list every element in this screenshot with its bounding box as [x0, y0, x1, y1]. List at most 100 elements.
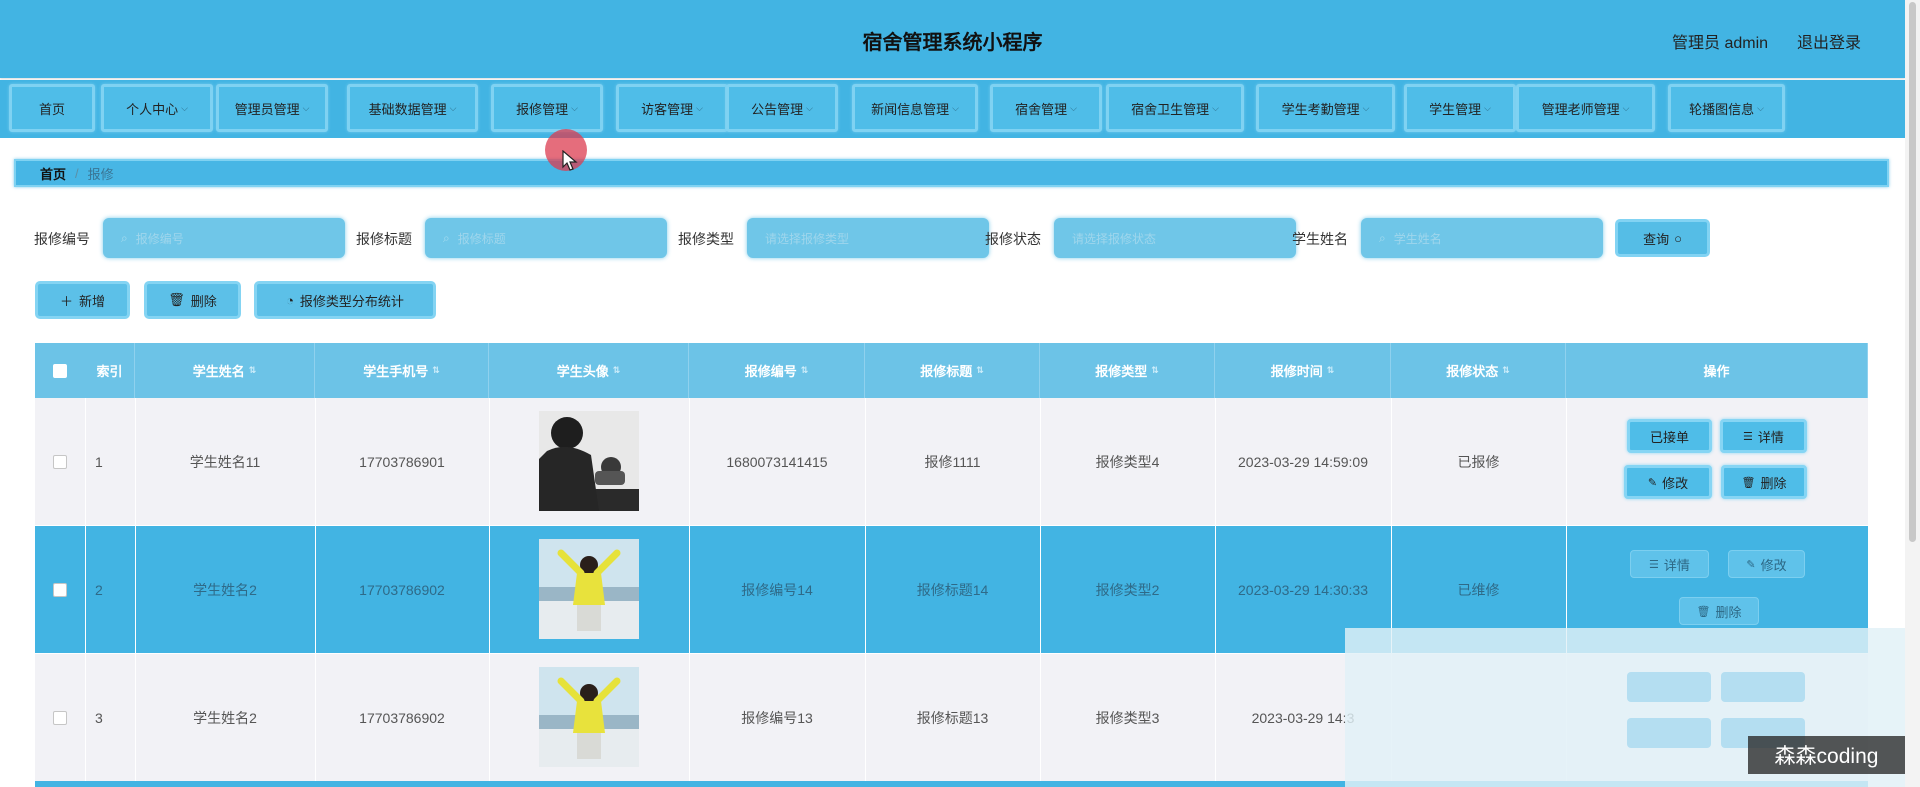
column-header-8[interactable]: 报修状态 ⇅ [1391, 343, 1566, 398]
row-checkbox[interactable] [53, 583, 67, 597]
search-icon: ⌕ [121, 230, 128, 245]
cell-code: 报修编号14 [741, 581, 813, 598]
row-checkbox[interactable] [53, 711, 67, 725]
logout-link[interactable]: 退出登录 [1797, 29, 1861, 53]
sort-icon[interactable]: ⇅ [976, 365, 984, 376]
column-header-6[interactable]: 报修类型 ⇅ [1040, 343, 1215, 398]
column-header-2[interactable]: 学生手机号 ⇅ [315, 343, 489, 398]
cell-index: 1 [95, 453, 103, 470]
chevron-down-icon: ⌵ [449, 102, 457, 113]
add-button[interactable]: ＋ 新增 [35, 281, 130, 319]
search-select-type[interactable]: 请选择报修类型 [747, 218, 989, 258]
column-divider [489, 526, 490, 653]
nav-item-7[interactable]: 新闻信息管理 ⌵ [852, 84, 978, 132]
batch-delete-button[interactable]: 🗑 删除 [144, 281, 241, 319]
search-placeholder: 学生姓名 [1393, 231, 1442, 246]
cell-title: 报修1111 [924, 453, 981, 470]
nav-label: 个人中心 [126, 101, 179, 117]
nav-label: 管理员管理 [234, 101, 300, 117]
sort-icon[interactable]: ⇅ [1327, 365, 1335, 376]
column-header-1[interactable]: 学生姓名 ⇅ [135, 343, 315, 398]
column-header-5[interactable]: 报修标题 ⇅ [865, 343, 1040, 398]
column-header-label: 报修时间 [1270, 364, 1323, 379]
sort-icon[interactable]: ⇅ [613, 365, 621, 376]
nav-label: 首页 [38, 101, 65, 117]
column-header-3[interactable]: 学生头像 ⇅ [489, 343, 689, 398]
edit-button[interactable]: ✎ 修改 [1728, 550, 1805, 578]
search-icon: ⌕ [1379, 230, 1386, 245]
sort-icon[interactable]: ⇅ [801, 365, 809, 376]
photo-man-icon[interactable] [539, 411, 639, 511]
search-input-title[interactable]: ⌕ 报修标题 [425, 218, 667, 258]
nav-label: 学生管理 [1429, 101, 1482, 117]
page-scrollbar[interactable] [1905, 0, 1920, 787]
cell-name: 学生姓名11 [189, 453, 261, 470]
search-placeholder: 请选择报修状态 [1072, 231, 1157, 246]
nav-item-0[interactable]: 首页 [9, 84, 95, 132]
delete-button[interactable]: 🗑 删除 [1721, 465, 1807, 499]
edit-button[interactable]: ✎ 修改 [1624, 465, 1712, 499]
column-header-4[interactable]: 报修编号 ⇅ [689, 343, 865, 398]
nav-item-2[interactable]: 管理员管理 ⌵ [216, 84, 328, 132]
search-input-student[interactable]: ⌕ 学生姓名 [1361, 218, 1603, 258]
op-label: 已接单 [1649, 429, 1689, 445]
nav-label: 轮播图信息 [1689, 101, 1755, 117]
sort-icon[interactable]: ⇅ [249, 365, 257, 376]
column-divider [489, 654, 490, 781]
breadcrumb-home[interactable]: 首页 [40, 164, 66, 183]
delete-button[interactable]: 🗑 删除 [1679, 597, 1759, 625]
column-header-0: 索引 [85, 343, 135, 398]
sort-icon[interactable]: ⇅ [1502, 365, 1510, 376]
breadcrumb-separator: / [75, 165, 79, 181]
nav-item-1[interactable]: 个人中心 ⌵ [101, 84, 213, 132]
delete-label: 删除 [190, 293, 217, 309]
cell-index: 2 [95, 581, 103, 598]
nav-item-10[interactable]: 学生考勤管理 ⌵ [1256, 84, 1395, 132]
trash-icon: 🗑 [1741, 476, 1756, 489]
op-label: 详情 [1757, 429, 1784, 445]
cell-name: 学生姓名2 [193, 581, 257, 598]
breadcrumb: 首页 / 报修 [14, 159, 1889, 187]
document-icon: ☰ [1649, 558, 1659, 571]
plus-icon: ＋ [59, 293, 73, 309]
accept-order-button[interactable]: 已接单 [1627, 419, 1712, 453]
query-button[interactable]: 查询 ○ [1615, 219, 1710, 257]
op-label: 详情 [1663, 557, 1690, 573]
nav-label: 宿舍卫生管理 [1131, 101, 1210, 117]
row-checkbox[interactable] [53, 455, 67, 469]
sort-icon[interactable]: ⇅ [1151, 365, 1159, 376]
detail-button[interactable]: ☰ 详情 [1720, 419, 1807, 453]
nav-item-9[interactable]: 宿舍卫生管理 ⌵ [1106, 84, 1244, 132]
nav-item-6[interactable]: 公告管理 ⌵ [726, 84, 838, 132]
nav-item-11[interactable]: 学生管理 ⌵ [1404, 84, 1516, 132]
nav-item-13[interactable]: 轮播图信息 ⌵ [1668, 84, 1785, 132]
cell-name: 学生姓名2 [193, 709, 257, 726]
nav-item-12[interactable]: 管理老师管理 ⌵ [1516, 84, 1655, 132]
nav-item-3[interactable]: 基础数据管理 ⌵ [347, 84, 478, 132]
nav-item-4[interactable]: 报修管理 ⌵ [491, 84, 603, 132]
scrollbar-thumb[interactable] [1909, 2, 1916, 542]
search-input-code[interactable]: ⌕ 报修编号 [103, 218, 345, 258]
search-icon: ⌕ [443, 230, 450, 245]
nav-item-5[interactable]: 访客管理 ⌵ [616, 84, 728, 132]
search-placeholder: 报修编号 [135, 231, 184, 246]
column-header-label: 操作 [1703, 364, 1730, 379]
stats-label: 报修类型分布统计 [299, 293, 404, 309]
photo-woman-icon[interactable] [539, 539, 639, 639]
photo-woman-icon[interactable] [539, 667, 639, 767]
chevron-down-icon: ⌵ [1484, 102, 1491, 113]
column-header-7[interactable]: 报修时间 ⇅ [1215, 343, 1391, 398]
type-stats-button[interactable]: ◔ 报修类型分布统计 [254, 281, 436, 319]
search-select-status[interactable]: 请选择报修状态 [1054, 218, 1296, 258]
nav-item-8[interactable]: 宿舍管理 ⌵ [990, 84, 1102, 132]
trash-icon: 🗑 [168, 292, 185, 307]
chevron-down-icon: ⌵ [952, 102, 959, 113]
sort-icon[interactable]: ⇅ [432, 365, 440, 376]
document-icon: ☰ [1743, 430, 1753, 443]
cell-phone: 17703786902 [359, 709, 445, 726]
detail-button[interactable]: ☰ 详情 [1630, 550, 1709, 578]
search-label-status: 报修状态 [985, 231, 1041, 247]
nav-label: 访客管理 [641, 101, 694, 117]
select-all-checkbox[interactable] [53, 364, 67, 378]
column-header-label: 报修编号 [744, 364, 797, 379]
